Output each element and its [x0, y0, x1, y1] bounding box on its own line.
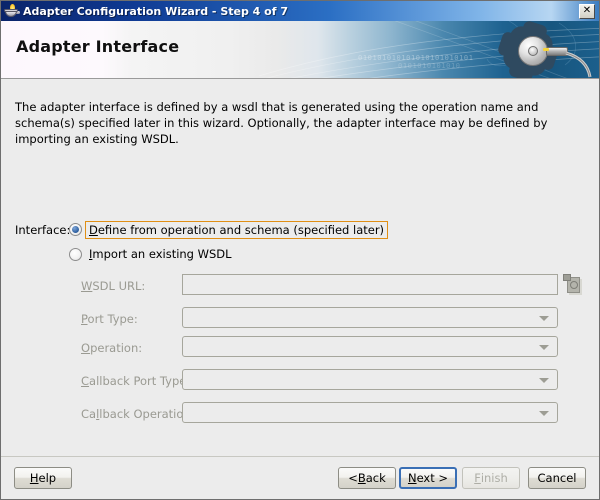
mnemonic-letter: F: [474, 471, 481, 485]
chevron-down-icon: [539, 315, 549, 321]
button-label: inish: [480, 471, 508, 485]
chevron-down-icon: [539, 410, 549, 416]
button-label: ancel: [545, 471, 577, 485]
mnemonic-letter: D: [89, 223, 98, 237]
radio-label-text: mport an existing WSDL: [92, 247, 232, 261]
next-button[interactable]: Next >: [399, 467, 457, 489]
radio-import-existing-wsdl[interactable]: [69, 248, 82, 261]
help-button[interactable]: Help: [14, 467, 72, 489]
close-icon: ✕: [582, 5, 592, 16]
label-text: allback Port Type:: [89, 374, 191, 388]
button-label-c: C: [537, 471, 546, 485]
radio-label-import-existing-wsdl[interactable]: Import an existing WSDL: [86, 246, 235, 262]
page-title: Adapter Interface: [16, 37, 180, 56]
dialog-footer: Help < Back Next > Finish Cancel: [1, 456, 599, 499]
select-port-type[interactable]: [182, 307, 558, 328]
radio-label-define-from-operation[interactable]: Define from operation and schema (specif…: [85, 221, 389, 239]
label-operation: Operation:: [81, 341, 142, 355]
chevron-down-icon: [539, 344, 549, 350]
label-text: SDL URL:: [92, 279, 146, 293]
mnemonic-letter: O: [81, 341, 91, 355]
chevron-down-icon: [539, 377, 549, 383]
wizard-banner: Adapter Interface 0101010101010101010101…: [1, 21, 599, 79]
interface-label: Interface:: [15, 223, 71, 237]
close-button[interactable]: ✕: [579, 3, 595, 19]
label-port-type: Port Type:: [81, 312, 138, 326]
mnemonic-letter: B: [357, 471, 366, 485]
wizard-content: The adapter interface is defined by a ws…: [1, 79, 599, 456]
select-callback-port-type[interactable]: [182, 369, 558, 390]
mnemonic-letter: C: [81, 374, 90, 388]
label-wsdl-url: WSDL URL:: [81, 279, 145, 293]
cancel-button[interactable]: Cancel: [528, 467, 586, 489]
label-text: ort Type:: [87, 312, 138, 326]
window-title: Adapter Configuration Wizard - Step 4 of…: [23, 4, 288, 18]
select-callback-operation[interactable]: [182, 402, 558, 423]
label-callback-port-type: Callback Port Type:: [81, 374, 190, 388]
input-wsdl-url[interactable]: [182, 274, 558, 295]
radio-define-from-operation[interactable]: [69, 223, 82, 236]
radio-selected-dot: [72, 226, 79, 233]
button-label: ext >: [416, 471, 449, 485]
label-prefix: <: [348, 471, 358, 485]
mnemonic-letter: W: [81, 279, 93, 293]
button-label: elp: [38, 471, 57, 485]
button-label: ack: [365, 471, 386, 485]
description-text: The adapter interface is defined by a ws…: [15, 100, 548, 146]
label-text: peration:: [90, 341, 143, 355]
back-button[interactable]: < Back: [338, 467, 396, 489]
radio-label-text: efine from operation and schema (specifi…: [97, 223, 385, 237]
label-callback-operation: Callback Operation:: [81, 407, 195, 421]
gear-icon: [496, 23, 599, 78]
mnemonic-letter: H: [29, 471, 39, 485]
wizard-dialog: Adapter Configuration Wizard - Step 4 of…: [0, 0, 600, 500]
browse-wsdl-button[interactable]: [563, 274, 585, 296]
mnemonic-letter: N: [407, 471, 417, 485]
title-bar: Adapter Configuration Wizard - Step 4 of…: [1, 1, 599, 21]
label-prefix: Ca: [81, 407, 97, 421]
label-text: lback Operation:: [99, 407, 195, 421]
lamp-icon: [4, 3, 20, 19]
select-operation[interactable]: [182, 336, 558, 357]
finish-button: Finish: [462, 467, 520, 489]
